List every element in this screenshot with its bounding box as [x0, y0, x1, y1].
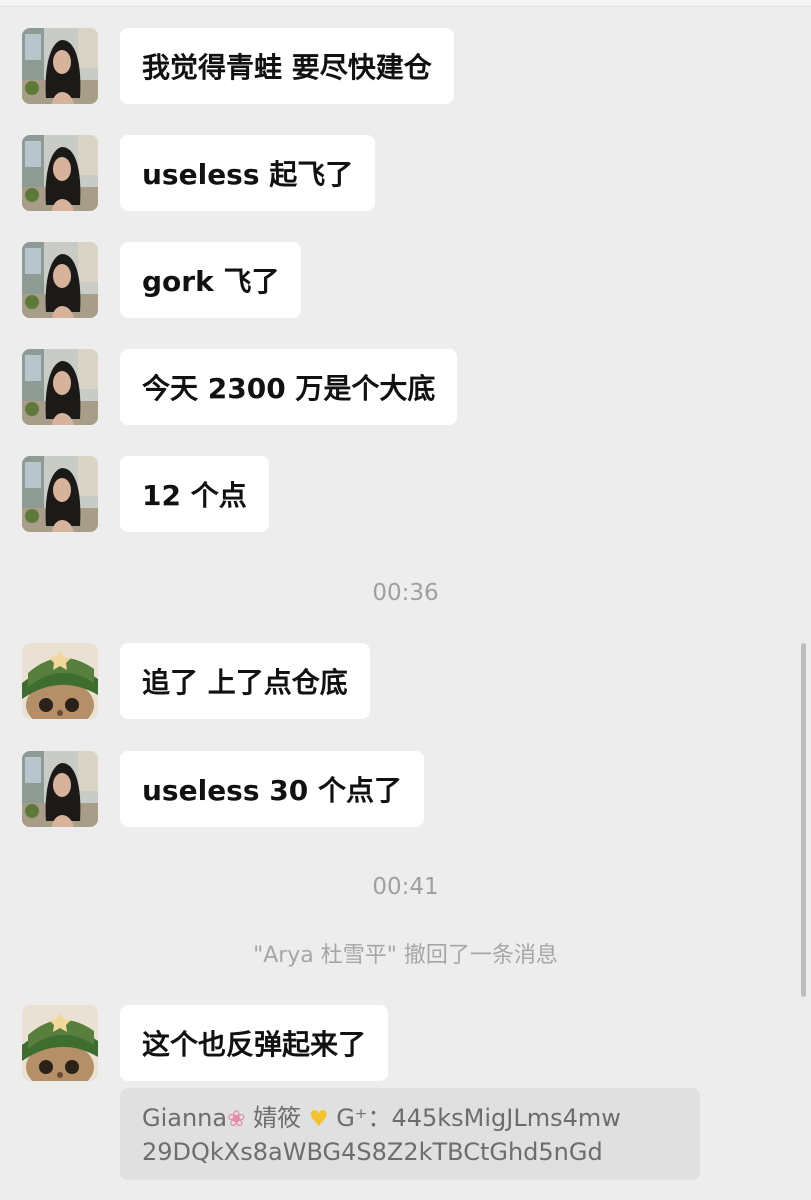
message-row: 这个也反弹起来了 — [22, 1005, 389, 1081]
recall-notice: "Arya 杜雪平" 撤回了一条消息 — [253, 943, 558, 968]
cat-avatar[interactable] — [22, 1005, 98, 1081]
quoted-message[interactable]: Gianna❀ 婧筱 ♥ G⁺：445ksMigJLms4mw 29DQkXs8… — [120, 1088, 700, 1180]
quote-address-part1: 445ksMigJLms4mw — [391, 1104, 621, 1132]
message-row: 今天 2300 万是个大底 — [22, 349, 458, 425]
message-bubble[interactable]: useless 30 个点了 — [120, 751, 424, 827]
message-bubble[interactable]: 追了 上了点仓底 — [120, 643, 370, 719]
yellow-heart-icon: ♥ — [308, 1107, 329, 1132]
scrollbar[interactable] — [801, 643, 806, 997]
message-bubble[interactable]: 12 个点 — [120, 456, 269, 532]
woman-avatar[interactable] — [22, 456, 98, 532]
quote-sender-name: Gianna — [142, 1104, 228, 1132]
message-row: 我觉得青蛙 要尽快建仓 — [22, 28, 454, 104]
quote-address-part2: 29DQkXs8aWBG4S8Z2kTBCtGhd5nGd — [142, 1138, 603, 1166]
message-bubble[interactable]: useless 起飞了 — [120, 135, 376, 211]
message-bubble[interactable]: 我觉得青蛙 要尽快建仓 — [120, 28, 454, 104]
message-row: 追了 上了点仓底 — [22, 643, 370, 719]
woman-avatar[interactable] — [22, 242, 98, 318]
cherry-blossom-icon: ❀ — [227, 1107, 246, 1132]
woman-avatar[interactable] — [22, 28, 98, 104]
message-row: 12 个点 — [22, 456, 269, 532]
message-bubble[interactable]: gork 飞了 — [120, 242, 302, 318]
timestamp: 00:36 — [372, 580, 439, 606]
message-row: gork 飞了 — [22, 242, 302, 318]
message-row: useless 30 个点了 — [22, 751, 424, 827]
message-bubble[interactable]: 这个也反弹起来了 — [120, 1005, 389, 1081]
timestamp: 00:41 — [372, 874, 439, 900]
woman-avatar[interactable] — [22, 349, 98, 425]
quote-line-1: Gianna❀ 婧筱 ♥ G⁺：445ksMigJLms4mw — [142, 1102, 678, 1136]
woman-avatar[interactable] — [22, 135, 98, 211]
quote-prefix: G⁺： — [336, 1104, 392, 1132]
top-divider — [0, 0, 811, 7]
cat-avatar[interactable] — [22, 643, 98, 719]
woman-avatar[interactable] — [22, 751, 98, 827]
message-bubble[interactable]: 今天 2300 万是个大底 — [120, 349, 458, 425]
quote-sender-name-cont: 婧筱 — [253, 1104, 302, 1132]
message-row: useless 起飞了 — [22, 135, 376, 211]
